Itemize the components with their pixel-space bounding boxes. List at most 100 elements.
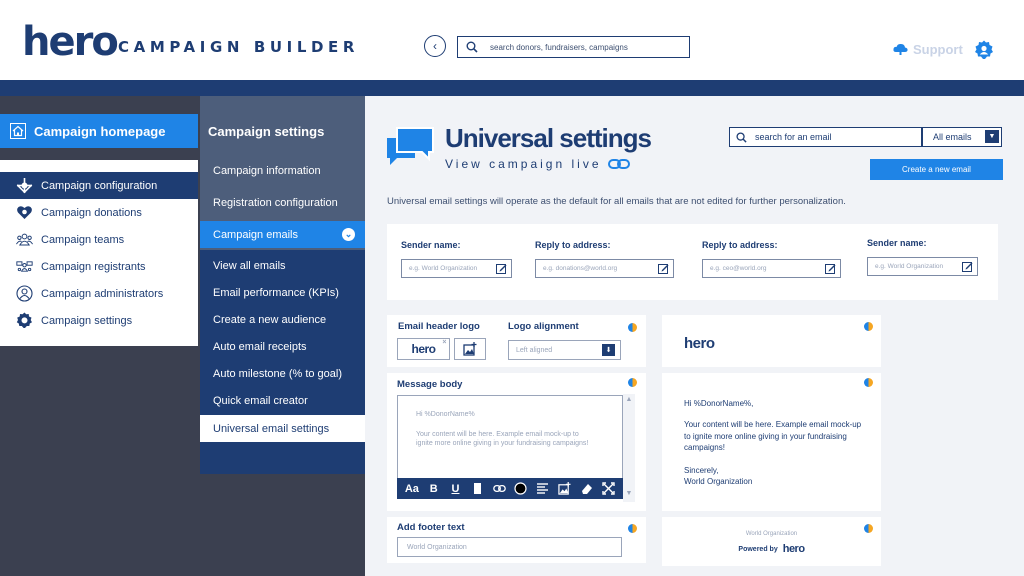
image-icon — [558, 482, 571, 495]
global-search-input[interactable]: search donors, fundraisers, campaigns — [457, 36, 690, 58]
header-stripe — [0, 80, 1024, 96]
preview-sign-off: Sincerely, — [684, 466, 719, 475]
sender-name-input[interactable]: e.g. World Organization — [401, 259, 512, 278]
scroll-down-icon[interactable]: ▼ — [624, 490, 634, 500]
insert-image-button[interactable] — [556, 481, 572, 497]
back-button[interactable]: ‹ — [424, 35, 446, 57]
field-label: Sender name: — [401, 240, 461, 250]
footer-text-input[interactable]: World Organization — [397, 537, 622, 557]
footer-text-title: Add footer text — [397, 522, 465, 533]
preview-header-card: hero — [662, 315, 881, 367]
edit-icon[interactable] — [658, 263, 669, 274]
image-upload-icon — [463, 342, 477, 356]
create-new-email-button[interactable]: Create a new email — [870, 159, 1003, 180]
help-icon[interactable] — [864, 378, 873, 387]
upload-image-button[interactable] — [454, 338, 486, 360]
secondary-nav-footer-bar — [200, 458, 365, 474]
search-icon — [736, 131, 747, 143]
email-search-placeholder: search for an email — [755, 132, 832, 142]
nav-campaign-donations[interactable]: Campaign donations — [0, 199, 198, 226]
admin-icon — [16, 285, 33, 302]
font-size-button[interactable]: Aa — [404, 481, 420, 497]
page-title: Universal settings — [445, 123, 652, 153]
sender-name-input-2[interactable]: e.g. World Organization — [867, 257, 978, 276]
preview-footer-org: World Organization — [745, 531, 798, 537]
reply-to-input-1[interactable]: e.g. donations@world.org — [535, 259, 674, 278]
message-body-editor[interactable]: Hi %DonorName% Your content will be here… — [397, 395, 623, 480]
expand-icon — [601, 482, 615, 495]
support-link[interactable]: Support — [893, 42, 963, 57]
sec-nav-label: Campaign emails — [213, 228, 298, 241]
sub-nav-universal-email-settings[interactable]: Universal email settings — [200, 415, 365, 442]
help-icon[interactable] — [628, 323, 637, 332]
secondary-nav: Campaign settings Campaign information R… — [200, 96, 365, 576]
reply-to-field-2: Reply to address: e.g. ceo@world.org — [702, 240, 841, 278]
sec-nav-campaign-information[interactable]: Campaign information — [200, 157, 365, 184]
email-filter-select[interactable]: All emails ▼ — [922, 127, 1002, 147]
sender-name-field: Sender name: e.g. World Organization — [401, 240, 512, 278]
message-body-title: Message body — [397, 379, 463, 390]
footer-text-card: Add footer text World Organization — [387, 517, 646, 563]
underline-button[interactable]: U — [447, 481, 463, 497]
view-campaign-live-link[interactable]: View campaign live — [445, 157, 630, 171]
preview-logo: hero — [684, 335, 715, 352]
nav-campaign-settings[interactable]: Campaign settings — [0, 307, 198, 334]
help-icon[interactable] — [628, 378, 637, 387]
align-button[interactable] — [535, 481, 551, 497]
nav-label: Campaign donations — [41, 206, 142, 219]
link-button[interactable] — [491, 481, 507, 497]
secondary-nav-panel: Campaign settings Campaign information R… — [200, 96, 365, 458]
user-settings-icon[interactable] — [974, 40, 994, 60]
nav-campaign-administrators[interactable]: Campaign administrators — [0, 280, 198, 307]
eraser-button[interactable] — [578, 481, 594, 497]
email-header-logo-title: Email header logo — [398, 321, 480, 332]
sender-settings-card: Sender name: e.g. World Organization Rep… — [387, 224, 998, 300]
help-icon[interactable] — [628, 524, 637, 533]
reply-to-input-2[interactable]: e.g. ceo@world.org — [702, 259, 841, 278]
left-sidebar: Campaign homepage Campaign configuration… — [0, 96, 200, 576]
nav-campaign-teams[interactable]: Campaign teams — [0, 226, 198, 253]
header-logo-preview[interactable]: hero × — [397, 338, 450, 360]
sub-nav-auto-milestone[interactable]: Auto milestone (% to goal) — [200, 360, 365, 387]
campaign-homepage-label: Campaign homepage — [34, 123, 166, 139]
text-color-button[interactable] — [513, 481, 529, 497]
alignment-placeholder: Left aligned — [516, 346, 553, 354]
sec-nav-registration-configuration[interactable]: Registration configuration — [200, 189, 365, 216]
scroll-up-icon[interactable]: ▲ — [624, 396, 634, 406]
settings-description: Universal email settings will operate as… — [387, 196, 846, 207]
sec-nav-campaign-emails[interactable]: Campaign emails ⌄ — [200, 221, 365, 248]
sub-nav-auto-email-receipts[interactable]: Auto email receipts — [200, 333, 365, 360]
sub-nav-quick-email-creator[interactable]: Quick email creator — [200, 387, 365, 414]
field-label: Sender name: — [867, 238, 927, 248]
campaign-homepage-link[interactable]: Campaign homepage — [0, 114, 198, 148]
gear-icon — [16, 312, 32, 328]
sub-nav-create-audience[interactable]: Create a new audience — [200, 306, 365, 333]
logo-alignment-select[interactable]: Left aligned ⬇ — [508, 340, 621, 360]
remove-logo-icon[interactable]: × — [442, 339, 446, 346]
field-placeholder: e.g. World Organization — [875, 263, 944, 270]
color-swatch-button[interactable] — [469, 481, 485, 497]
fullscreen-button[interactable] — [600, 481, 616, 497]
nav-campaign-registrants[interactable]: Campaign registrants — [0, 253, 198, 280]
support-label: Support — [913, 42, 963, 57]
hero-logo[interactable]: hero — [22, 20, 119, 64]
bold-button[interactable]: B — [426, 481, 442, 497]
email-search-input[interactable]: search for an email — [729, 127, 922, 147]
logo-alignment-title: Logo alignment — [508, 321, 579, 332]
sender-name-field-2: Sender name: e.g. World Organization — [867, 238, 978, 276]
edit-icon[interactable] — [825, 263, 836, 274]
search-icon — [466, 41, 478, 53]
search-placeholder: search donors, fundraisers, campaigns — [490, 42, 628, 52]
edit-icon[interactable] — [962, 261, 973, 272]
nav-campaign-configuration[interactable]: Campaign configuration — [0, 172, 198, 199]
nav-label: Campaign administrators — [41, 287, 164, 300]
powered-by-label: Powered by — [738, 545, 778, 553]
preview-body-card: Hi %DonorName%, Your content will be her… — [662, 373, 881, 511]
sub-nav-email-performance[interactable]: Email performance (KPIs) — [200, 279, 365, 306]
editor-body: Your content will be here. Example email… — [416, 430, 589, 448]
field-placeholder: e.g. ceo@world.org — [710, 265, 767, 272]
sub-nav-view-all-emails[interactable]: View all emails — [200, 252, 365, 279]
help-icon[interactable] — [864, 322, 873, 331]
edit-icon[interactable] — [496, 263, 507, 274]
editor-scrollbar[interactable]: ▲ ▼ — [623, 394, 635, 502]
